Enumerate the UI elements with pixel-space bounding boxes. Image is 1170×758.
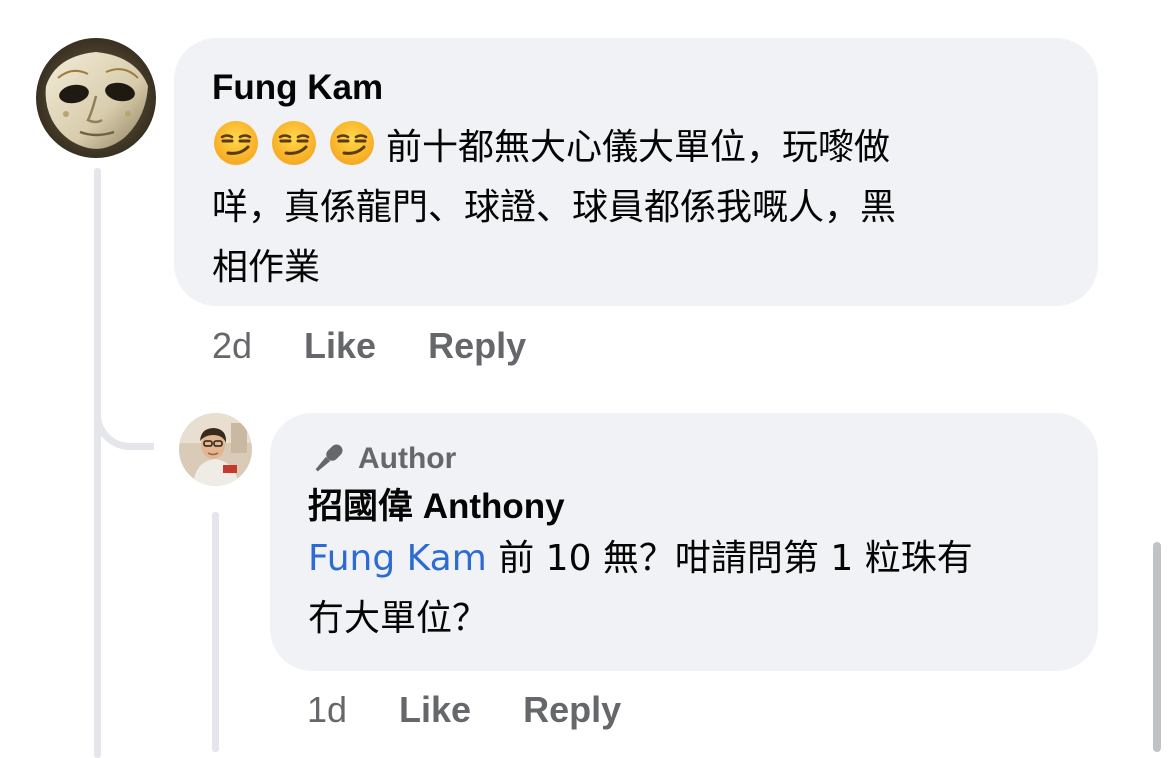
reply-text: Fung Kam 前 10 無？咁請問第 1 粒珠有 冇大單位？ <box>308 529 1060 649</box>
reply-connector-line <box>94 380 154 450</box>
reply-bubble: Author 招國偉 Anthony Fung Kam 前 10 無？咁請問第 … <box>270 413 1098 671</box>
mask-avatar-image <box>36 38 156 158</box>
like-button[interactable]: Like <box>399 689 471 731</box>
reply-timestamp[interactable]: 1d <box>307 689 347 731</box>
thread-line <box>94 168 101 758</box>
like-button[interactable]: Like <box>304 325 376 367</box>
comment-actions: 2d Like Reply <box>212 321 578 371</box>
smirk-emoji-icon <box>270 119 318 167</box>
author-badge-label: Author <box>358 442 457 475</box>
reply-avatar[interactable] <box>179 413 252 486</box>
reply-actions: 1d Like Reply <box>307 685 673 735</box>
smirk-emoji-icon <box>212 119 260 167</box>
microphone-icon <box>315 444 343 472</box>
scrollbar[interactable] <box>1153 542 1161 752</box>
smirk-emoji-icon <box>328 119 376 167</box>
reply-button[interactable]: Reply <box>523 689 621 731</box>
comment-bubble: Fung Kam 前十都無大心儀大單位，玩嚟做 咩，真係龍門、球證、球員都係我嘅… <box>174 38 1098 306</box>
reply-button[interactable]: Reply <box>428 325 526 367</box>
comment-author[interactable]: Fung Kam <box>212 66 1060 110</box>
comment-timestamp[interactable]: 2d <box>212 325 252 367</box>
comment-text: 前十都無大心儀大單位，玩嚟做 咩，真係龍門、球證、球員都係我嘅人，黑 相作業 <box>212 118 1060 298</box>
author-badge: Author <box>308 439 1060 479</box>
reply-thread-line <box>212 512 219 752</box>
mention-link[interactable]: Fung Kam <box>308 538 487 579</box>
avatar[interactable] <box>36 38 156 158</box>
person-avatar-image <box>179 413 252 486</box>
reply-author[interactable]: 招國偉 Anthony <box>308 485 1060 529</box>
